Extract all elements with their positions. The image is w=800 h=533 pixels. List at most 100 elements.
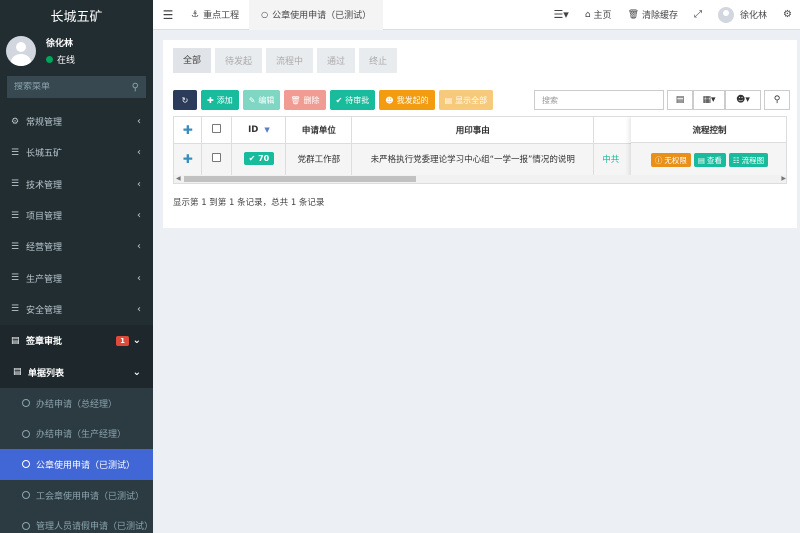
sidebar-item-general[interactable]: ⚙ 常规管理 ‹ [0, 106, 153, 137]
sidebar-item-seal-approval[interactable]: ▤ 签章审批 1 ⌄ [0, 325, 153, 357]
tabs-dropdown-icon[interactable]: ☰▾ [545, 0, 576, 30]
delete-button[interactable]: 🗑 删除 [284, 90, 326, 110]
user-status: 在线 [46, 53, 75, 66]
flowchart-label: 流程图 [741, 155, 765, 165]
clear-cache-label: 清除缓存 [642, 11, 679, 21]
user-menu-name: 徐化林 [740, 11, 768, 21]
list-icon: ▤ [444, 95, 453, 105]
select-all-checkbox[interactable] [212, 123, 222, 133]
sidebar-item-production[interactable]: ☰ 生产管理 ‹ [0, 262, 153, 293]
id-header-label: ID [248, 124, 259, 135]
pending-approval-button[interactable]: ✔ 待审批 [329, 90, 376, 110]
chevron-left-icon: ‹ [137, 303, 141, 315]
app-logo[interactable]: 长城五矿 [0, 0, 153, 30]
sidebar-subitem-close-gm[interactable]: 办结申请（总经理） [0, 387, 153, 419]
tab-key-project[interactable]: ⚓ 重点工程 [183, 0, 249, 30]
user-name: 徐化林 [46, 38, 74, 49]
app-title: 长城五矿 [50, 9, 103, 25]
sidebar-subitem-leave[interactable]: 管理人员请假申请（已测试） [0, 510, 153, 533]
flowchart-button[interactable]: ☷ 流程图 [728, 153, 769, 167]
filter-tab-in-process[interactable]: 流程中 [266, 48, 314, 73]
sidebar-search-input[interactable] [14, 82, 114, 92]
circle-icon: ○ [261, 10, 269, 19]
fullscreen-icon[interactable]: ⤢ [686, 0, 710, 30]
avatar [718, 6, 735, 23]
sidebar-item-label: 单据列表 [28, 368, 65, 379]
filter-tab-terminated[interactable]: 终止 [359, 48, 398, 73]
expand-row-cell[interactable]: ✚ [174, 143, 203, 175]
add-button[interactable]: ✚ 添加 [201, 90, 239, 110]
add-label: 添加 [216, 95, 233, 105]
filter-tab-all[interactable]: 全部 [173, 48, 212, 73]
sidebar-item-document-list[interactable]: ▤ 单据列表 ⌄ [0, 356, 153, 388]
sidebar-subitem-seal-use[interactable]: 公章使用申请（已测试） [0, 449, 153, 480]
unit-cell: 党群工作部 [285, 143, 353, 175]
no-permission-button[interactable]: ⓘ 无权限 [650, 153, 691, 167]
sidebar-item-business[interactable]: ☰ 经营管理 ‹ [0, 231, 153, 262]
filter-tab-pending-start[interactable]: 待发起 [215, 48, 263, 73]
settings-gear-icon[interactable]: ⚙ [775, 0, 800, 30]
columns-dropdown[interactable]: ▦▾ [693, 90, 725, 110]
table-search-input[interactable] [534, 90, 664, 110]
scroll-thumb[interactable] [184, 176, 416, 182]
info-icon: ⓘ [654, 155, 663, 165]
select-all-header[interactable] [201, 117, 233, 144]
id-badge: ✔ 70 [243, 152, 275, 166]
refresh-button[interactable]: ↻ [173, 90, 197, 110]
list-icon: ☰ [11, 179, 20, 190]
user-status-text: 在线 [57, 55, 76, 66]
view-label: 查看 [706, 155, 722, 165]
chevron-left-icon: ‹ [137, 241, 141, 253]
show-all-label: 显示全部 [455, 95, 488, 105]
filter-tab-approved[interactable]: 通过 [317, 48, 356, 73]
horizontal-scrollbar[interactable]: ◀ ▶ [174, 175, 786, 183]
row-select-cell[interactable] [201, 143, 233, 175]
advanced-search-button[interactable]: ⚲ [764, 90, 790, 110]
user-filter-dropdown[interactable]: ☻▾ [725, 90, 761, 110]
sidebar-item-safety[interactable]: ☰ 安全管理 ‹ [0, 294, 153, 325]
clear-cache-link[interactable]: 🗑 清除缓存 [620, 0, 686, 30]
pending-label: 待审批 [345, 95, 370, 105]
status-filter-tabs: 全部 待发起 流程中 通过 终止 [173, 48, 401, 73]
sidebar-item-label: 生产管理 [26, 274, 63, 285]
edit-button[interactable]: ✎ 编辑 [242, 90, 281, 110]
list-icon: ☰ [11, 241, 20, 252]
delete-label: 删除 [303, 95, 320, 105]
check-circle-icon: ✔ [248, 154, 256, 164]
view-button[interactable]: ▤ 查看 [693, 153, 726, 167]
content-panel: 全部 待发起 流程中 通过 终止 ↻ ✚ 添加 ✎ 编辑 🗑 删除 ✔ 待审批 ☻ 我发起… [163, 40, 797, 228]
pagination-info: 显示第 1 到第 1 条记录，总共 1 条记录 [173, 198, 325, 208]
sidebar-subitem-close-pm[interactable]: 办结申请（生产经理） [0, 418, 153, 450]
user-menu[interactable]: 徐化林 [710, 0, 775, 30]
scroll-left-icon[interactable]: ◀ [176, 175, 181, 182]
list-icon: ▤ [697, 155, 705, 165]
show-all-button[interactable]: ▤ 显示全部 [438, 90, 494, 110]
home-link[interactable]: ⌂ 主页 [577, 0, 620, 30]
extra-text: 中共 [602, 155, 620, 166]
unit-column-header[interactable]: 申请单位 [285, 117, 353, 144]
my-initiated-button[interactable]: ☻ 我发起的 [379, 90, 435, 110]
scroll-right-icon[interactable]: ▶ [781, 175, 786, 182]
tab-seal-use[interactable]: ○ 公章使用申请（已测试） [249, 0, 384, 30]
chevron-left-icon: ‹ [137, 272, 141, 284]
id-column-header[interactable]: ID ▼ [231, 117, 287, 144]
search-icon[interactable]: ⚲ [132, 82, 139, 93]
refresh-icon: ↻ [181, 95, 189, 105]
menu-toggle-icon[interactable]: ☰ [153, 0, 183, 30]
sidebar-subitem-union-seal[interactable]: 工会章使用申请（已测试） [0, 479, 153, 511]
plus-icon: ✚ [182, 122, 193, 137]
user-icon: ☻ [385, 95, 394, 105]
sidebar-item-label: 安全管理 [26, 305, 63, 316]
sidebar-item-label: 技术管理 [26, 180, 63, 191]
sidebar-item-project[interactable]: ☰ 项目管理 ‹ [0, 200, 153, 231]
row-checkbox[interactable] [212, 153, 222, 163]
sidebar-item-tech[interactable]: ☰ 技术管理 ‹ [0, 169, 153, 200]
id-cell: ✔ 70 [231, 143, 287, 175]
reason-column-header[interactable]: 用印事由 [351, 117, 595, 144]
table-icon: ▤ [13, 367, 22, 378]
expand-all-header[interactable]: ✚ [174, 117, 203, 144]
anchor-icon: ⚓ [191, 9, 200, 20]
export-button[interactable]: ▤ [667, 90, 693, 110]
sidebar-item-changcheng[interactable]: ☰ 长城五矿 ‹ [0, 137, 153, 168]
circle-icon [22, 399, 30, 408]
